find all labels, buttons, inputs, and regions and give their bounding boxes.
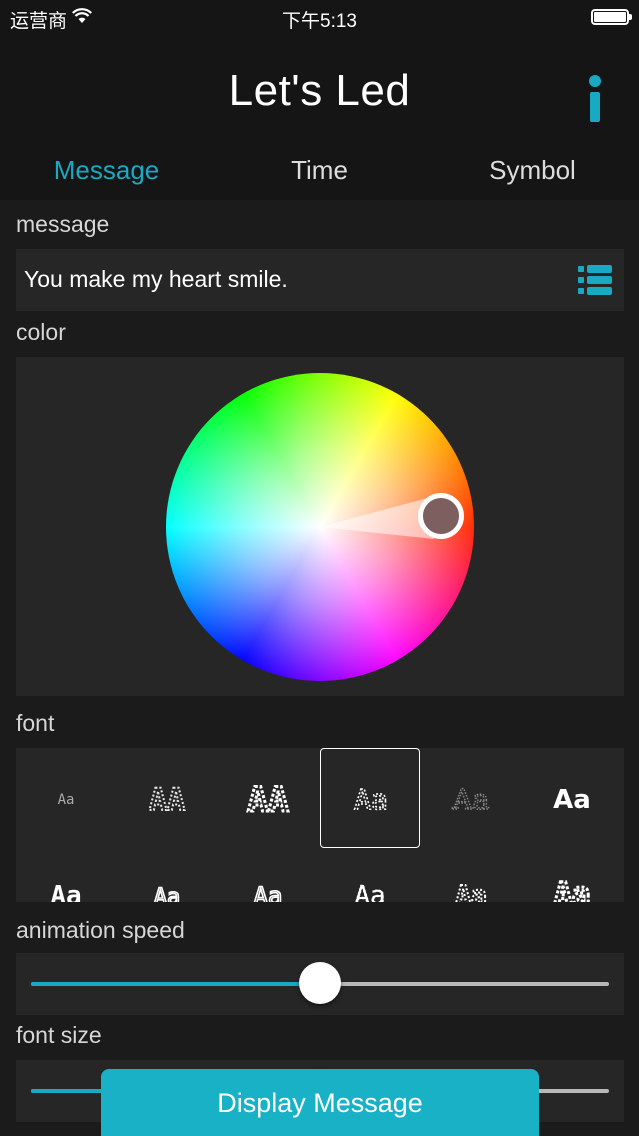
tab-bar: Message Time Symbol: [0, 150, 639, 194]
font-sample: Aa: [50, 881, 81, 902]
font-option[interactable]: Aa: [218, 852, 318, 902]
app-header: Let's Led Message Time Symbol: [0, 34, 639, 200]
battery-icon: [591, 9, 632, 25]
font-option[interactable]: Aa: [522, 852, 622, 903]
font-sample: Aa: [455, 881, 486, 902]
app-title: Let's Led: [228, 66, 411, 115]
font-sample: AA: [248, 780, 289, 820]
color-wheel-pointer: [320, 497, 434, 539]
tab-time[interactable]: Time: [213, 150, 426, 194]
font-option-selected[interactable]: Aa: [320, 748, 420, 848]
status-clock: 下午5:13: [282, 11, 357, 32]
font-sample: Aa: [154, 885, 181, 902]
color-picker-panel: [16, 357, 624, 696]
font-option[interactable]: Aa: [117, 852, 217, 902]
tab-symbol[interactable]: Symbol: [426, 150, 639, 194]
font-sample: AA: [149, 783, 185, 818]
font-option[interactable]: Aa: [522, 748, 622, 848]
message-list-icon[interactable]: [578, 265, 612, 295]
font-option[interactable]: AA: [117, 748, 217, 848]
font-option[interactable]: Aa: [421, 852, 521, 902]
info-icon[interactable]: [584, 72, 606, 128]
font-sample: Aa: [58, 792, 75, 808]
font-sample: Aa: [553, 785, 591, 815]
message-section-label: message: [16, 211, 110, 237]
status-bar: 运营商 下午5:13: [0, 0, 639, 34]
tab-message[interactable]: Message: [0, 150, 213, 194]
message-input[interactable]: You make my heart smile.: [24, 266, 288, 293]
font-option[interactable]: Aa: [320, 852, 420, 902]
font-option[interactable]: Aa: [16, 748, 116, 848]
animation-speed-knob[interactable]: [299, 962, 341, 1004]
font-option[interactable]: Aa: [421, 748, 521, 848]
font-sample: Aa: [254, 882, 283, 902]
font-size-label: font size: [16, 1022, 102, 1048]
font-sample: Aa: [354, 783, 388, 816]
animation-speed-fill: [31, 982, 320, 986]
font-option[interactable]: AA: [218, 748, 318, 848]
font-option[interactable]: Aa: [16, 852, 116, 902]
animation-speed-panel: [16, 953, 624, 1015]
font-sample: Aa: [554, 877, 590, 902]
font-section-label: font: [16, 710, 55, 736]
animation-speed-slider[interactable]: [31, 962, 609, 1004]
font-sample: Aa: [452, 783, 490, 816]
display-message-button[interactable]: Display Message: [101, 1069, 539, 1136]
color-handle[interactable]: [418, 493, 464, 539]
animation-speed-label: animation speed: [16, 917, 185, 943]
color-section-label: color: [16, 319, 66, 345]
message-input-row[interactable]: You make my heart smile.: [16, 249, 624, 311]
font-sample: Aa: [354, 881, 385, 902]
font-picker-panel: Aa AA AA Aa Aa Aa Aa Aa Aa Aa Aa Aa: [16, 748, 624, 902]
